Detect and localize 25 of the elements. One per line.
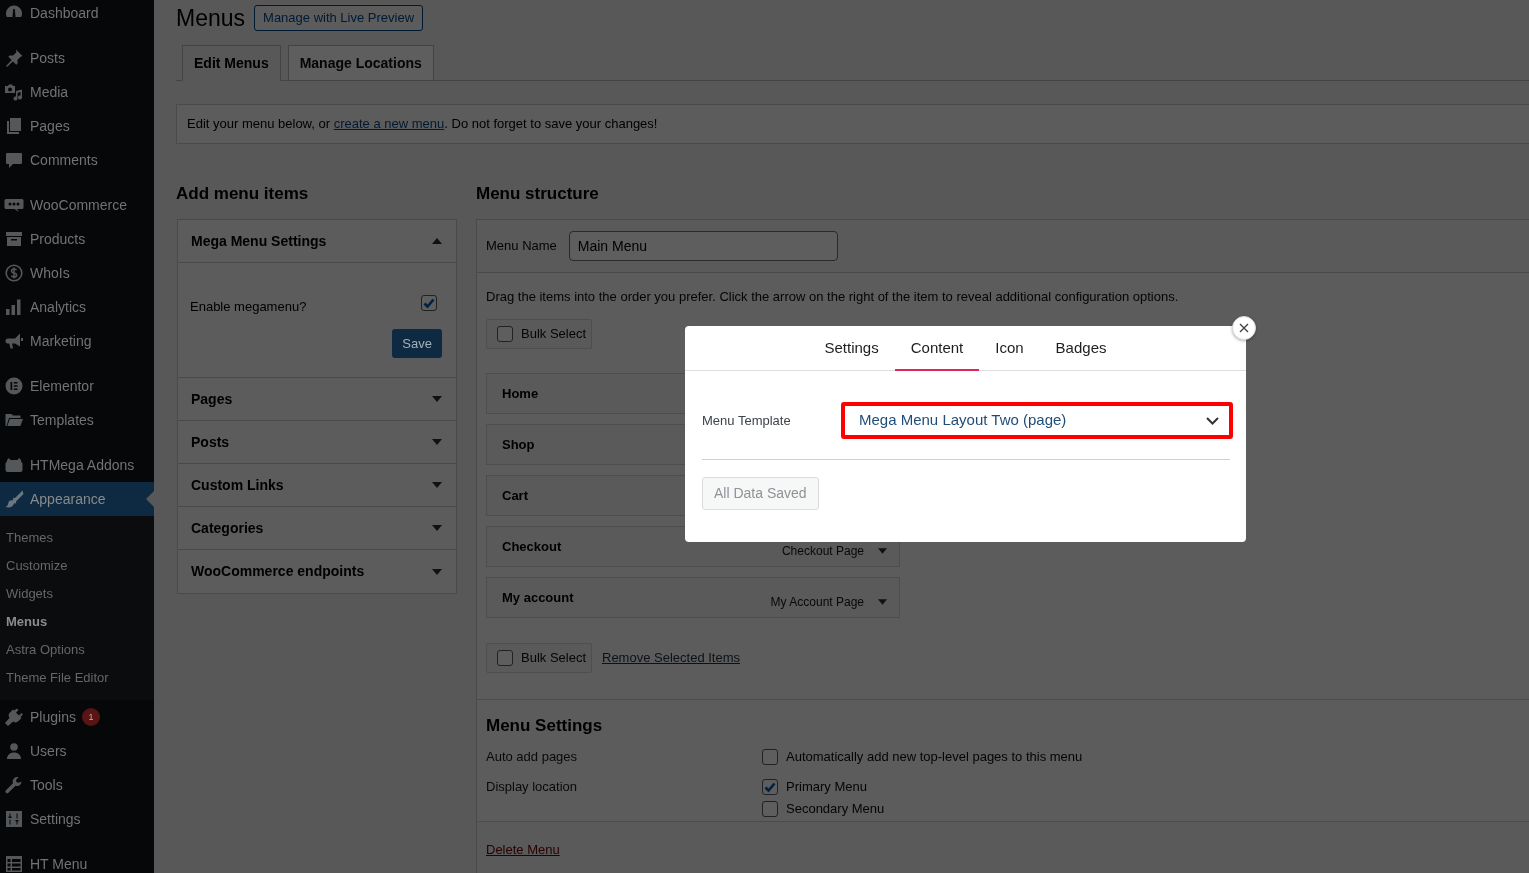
menu-item-title: Home (502, 384, 539, 403)
section-heading: Add menu items (176, 183, 310, 205)
menu-item-title: Shop (502, 435, 535, 454)
field-label: Menu Template (702, 411, 792, 430)
option-label: Automatically add new top-level pages to this menu (786, 748, 1083, 767)
setting-label: Display location (486, 778, 579, 796)
menu-name-label: Menu Name (486, 237, 557, 256)
option-label: Secondary Menu (786, 800, 885, 819)
bulk-select-label: Bulk Select (521, 325, 587, 344)
settings-heading: Menu Settings (486, 715, 604, 737)
option-label: Primary Menu (786, 778, 867, 797)
menu-item-title: Cart (502, 486, 528, 505)
bulk-select-label: Bulk Select (521, 649, 587, 668)
menu-item-type: Checkout Page (781, 543, 864, 558)
section-heading: Menu structure (476, 183, 600, 205)
option-label: Enable megamenu? (190, 298, 307, 316)
instructions-text: Drag the items into the order you prefer. Click the arrow on the right of the item to reveal additional configuration options. (486, 288, 1180, 306)
notice-text: Edit your menu below, or create a new menu. Do not forget to save your changes! (187, 115, 658, 134)
setting-label: Auto add pages (486, 748, 579, 766)
select-value: Mega Menu Layout Two (page) (859, 410, 1067, 431)
page-title: Menus (176, 4, 246, 32)
menu-item-title: Checkout (502, 537, 562, 556)
update-count-badge: 1 (81, 708, 100, 726)
menu-item-type: My Account Page (770, 594, 864, 609)
menu-item-title: My account (502, 588, 574, 607)
